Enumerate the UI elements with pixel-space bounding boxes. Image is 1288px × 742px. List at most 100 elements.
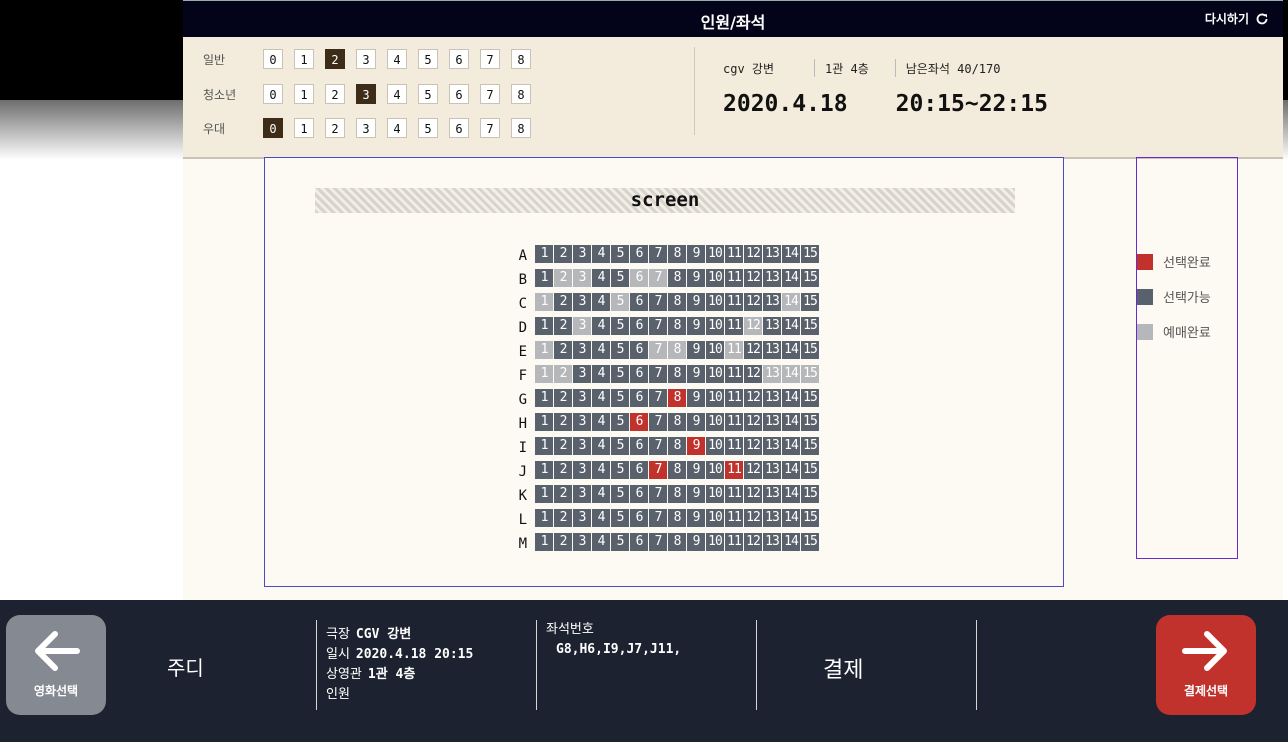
people-count-button[interactable]: 7 [480,84,500,104]
people-count-button[interactable]: 0 [263,84,283,104]
seat-E5[interactable]: 5 [611,340,629,359]
seat-A8[interactable]: 8 [668,244,686,263]
seat-D10[interactable]: 10 [706,316,724,335]
seat-B1[interactable]: 1 [535,268,553,287]
seat-M12[interactable]: 12 [744,532,762,551]
seat-F12[interactable]: 12 [744,364,762,383]
seat-C13[interactable]: 13 [763,292,781,311]
seat-H14[interactable]: 14 [782,412,800,431]
seat-H2[interactable]: 2 [554,412,572,431]
seat-F3[interactable]: 3 [573,364,591,383]
seat-I4[interactable]: 4 [592,436,610,455]
people-count-button[interactable]: 6 [449,84,469,104]
seat-C6[interactable]: 6 [630,292,648,311]
seat-C4[interactable]: 4 [592,292,610,311]
seat-I5[interactable]: 5 [611,436,629,455]
seat-M3[interactable]: 3 [573,532,591,551]
people-count-button[interactable]: 1 [294,84,314,104]
seat-D1[interactable]: 1 [535,316,553,335]
people-count-button[interactable]: 1 [294,49,314,69]
seat-H10[interactable]: 10 [706,412,724,431]
seat-K14[interactable]: 14 [782,484,800,503]
seat-J5[interactable]: 5 [611,460,629,479]
seat-I8[interactable]: 8 [668,436,686,455]
seat-E14[interactable]: 14 [782,340,800,359]
seat-H1[interactable]: 1 [535,412,553,431]
seat-K2[interactable]: 2 [554,484,572,503]
seat-A12[interactable]: 12 [744,244,762,263]
seat-J2[interactable]: 2 [554,460,572,479]
people-count-button[interactable]: 1 [294,118,314,138]
seat-D2[interactable]: 2 [554,316,572,335]
seat-K9[interactable]: 9 [687,484,705,503]
seat-K5[interactable]: 5 [611,484,629,503]
seat-G13[interactable]: 13 [763,388,781,407]
seat-J6[interactable]: 6 [630,460,648,479]
seat-G4[interactable]: 4 [592,388,610,407]
seat-G5[interactable]: 5 [611,388,629,407]
seat-D4[interactable]: 4 [592,316,610,335]
seat-I1[interactable]: 1 [535,436,553,455]
seat-B11[interactable]: 11 [725,268,743,287]
seat-H4[interactable]: 4 [592,412,610,431]
people-count-button[interactable]: 6 [449,49,469,69]
seat-H9[interactable]: 9 [687,412,705,431]
seat-B13[interactable]: 13 [763,268,781,287]
seat-M11[interactable]: 11 [725,532,743,551]
seat-I10[interactable]: 10 [706,436,724,455]
seat-K4[interactable]: 4 [592,484,610,503]
seat-F4[interactable]: 4 [592,364,610,383]
seat-K12[interactable]: 12 [744,484,762,503]
seat-H6[interactable]: 6 [630,412,648,431]
seat-J8[interactable]: 8 [668,460,686,479]
seat-M6[interactable]: 6 [630,532,648,551]
seat-I3[interactable]: 3 [573,436,591,455]
seat-L14[interactable]: 14 [782,508,800,527]
seat-A15[interactable]: 15 [801,244,819,263]
seat-D8[interactable]: 8 [668,316,686,335]
seat-G6[interactable]: 6 [630,388,648,407]
seat-L12[interactable]: 12 [744,508,762,527]
seat-G3[interactable]: 3 [573,388,591,407]
seat-F6[interactable]: 6 [630,364,648,383]
seat-A6[interactable]: 6 [630,244,648,263]
seat-C12[interactable]: 12 [744,292,762,311]
seat-L6[interactable]: 6 [630,508,648,527]
seat-H3[interactable]: 3 [573,412,591,431]
seat-D9[interactable]: 9 [687,316,705,335]
seat-G14[interactable]: 14 [782,388,800,407]
seat-F7[interactable]: 7 [649,364,667,383]
seat-D15[interactable]: 15 [801,316,819,335]
seat-D7[interactable]: 7 [649,316,667,335]
seat-H13[interactable]: 13 [763,412,781,431]
seat-M9[interactable]: 9 [687,532,705,551]
seat-B10[interactable]: 10 [706,268,724,287]
seat-K15[interactable]: 15 [801,484,819,503]
seat-M4[interactable]: 4 [592,532,610,551]
seat-L10[interactable]: 10 [706,508,724,527]
seat-D6[interactable]: 6 [630,316,648,335]
seat-J14[interactable]: 14 [782,460,800,479]
seat-E6[interactable]: 6 [630,340,648,359]
seat-H7[interactable]: 7 [649,412,667,431]
seat-F9[interactable]: 9 [687,364,705,383]
seat-M1[interactable]: 1 [535,532,553,551]
seat-A7[interactable]: 7 [649,244,667,263]
seat-L8[interactable]: 8 [668,508,686,527]
seat-G1[interactable]: 1 [535,388,553,407]
seat-A5[interactable]: 5 [611,244,629,263]
seat-L5[interactable]: 5 [611,508,629,527]
seat-E4[interactable]: 4 [592,340,610,359]
seat-M10[interactable]: 10 [706,532,724,551]
seat-J11[interactable]: 11 [725,460,743,479]
seat-E2[interactable]: 2 [554,340,572,359]
seat-J3[interactable]: 3 [573,460,591,479]
seat-F8[interactable]: 8 [668,364,686,383]
seat-F10[interactable]: 10 [706,364,724,383]
seat-A9[interactable]: 9 [687,244,705,263]
seat-M7[interactable]: 7 [649,532,667,551]
seat-K3[interactable]: 3 [573,484,591,503]
seat-I7[interactable]: 7 [649,436,667,455]
seat-E10[interactable]: 10 [706,340,724,359]
seat-K10[interactable]: 10 [706,484,724,503]
